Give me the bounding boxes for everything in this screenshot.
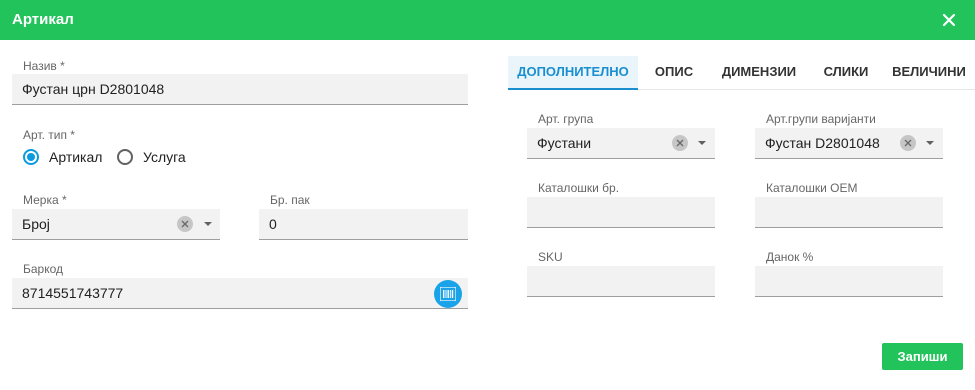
tab-velicini[interactable]: ВЕЛИЧИНИ [885, 56, 973, 90]
name-value: Фустан црн D2801048 [22, 81, 165, 97]
pack-count-label: Бр. пак [270, 193, 310, 207]
unit-value: Број [22, 216, 50, 232]
chevron-down-icon[interactable] [204, 222, 212, 226]
art-group-value: Фустани [537, 135, 592, 151]
unit-select[interactable]: Број [12, 209, 220, 240]
art-group-label: Арт. група [538, 112, 594, 126]
catalog-no-field[interactable] [527, 197, 715, 228]
tab-dimenzii[interactable]: ДИМЕНЗИИ [715, 56, 803, 90]
radio-usluga-label[interactable]: Услуга [143, 149, 186, 165]
barcode-value: 8714551743777 [22, 285, 124, 301]
radio-usluga[interactable] [117, 149, 133, 165]
tax-label: Данок % [766, 250, 814, 264]
catalog-oem-field[interactable] [755, 197, 943, 228]
chevron-down-icon[interactable] [698, 141, 706, 145]
pack-count-field[interactable]: 0 [259, 209, 468, 240]
save-button[interactable]: Запиши [882, 343, 963, 370]
variant-groups-select[interactable]: Фустан D2801048 [755, 128, 943, 159]
unit-label: Мерка * [23, 193, 67, 207]
barcode-field[interactable]: 8714551743777 [12, 278, 468, 309]
art-type-label: Арт. тип * [23, 128, 75, 142]
tab-opis[interactable]: ОПИС [641, 56, 707, 90]
dialog-header: Артикал [0, 0, 975, 40]
barcode-label: Баркод [23, 262, 64, 276]
catalog-no-label: Каталошки бр. [538, 181, 620, 195]
variant-groups-value: Фустан D2801048 [765, 135, 880, 151]
close-icon[interactable] [941, 12, 957, 28]
catalog-oem-label: Каталошки OEM [766, 181, 858, 195]
tab-sliki[interactable]: СЛИКИ [815, 56, 877, 90]
art-group-select[interactable]: Фустани [527, 128, 715, 159]
clear-icon[interactable] [177, 216, 193, 232]
radio-artikal[interactable] [23, 149, 39, 165]
pack-count-value: 0 [269, 216, 277, 232]
name-label: Назив * [23, 59, 65, 73]
barcode-icon[interactable] [434, 280, 462, 308]
variant-groups-label: Арт.групи варијанти [766, 112, 876, 126]
chevron-down-icon[interactable] [926, 141, 934, 145]
tax-field[interactable] [755, 266, 943, 297]
sku-field[interactable] [527, 266, 715, 297]
radio-artikal-label[interactable]: Артикал [49, 149, 102, 165]
sku-label: SKU [538, 250, 563, 264]
tab-bar: ДОПОЛНИТЕЛНО ОПИС ДИМЕНЗИИ СЛИКИ ВЕЛИЧИН… [508, 56, 975, 90]
clear-icon[interactable] [672, 135, 688, 151]
name-field[interactable]: Фустан црн D2801048 [12, 74, 468, 105]
tab-dopolnitelno[interactable]: ДОПОЛНИТЕЛНО [508, 56, 638, 90]
dialog-title: Артикал [12, 11, 74, 28]
clear-icon[interactable] [900, 135, 916, 151]
